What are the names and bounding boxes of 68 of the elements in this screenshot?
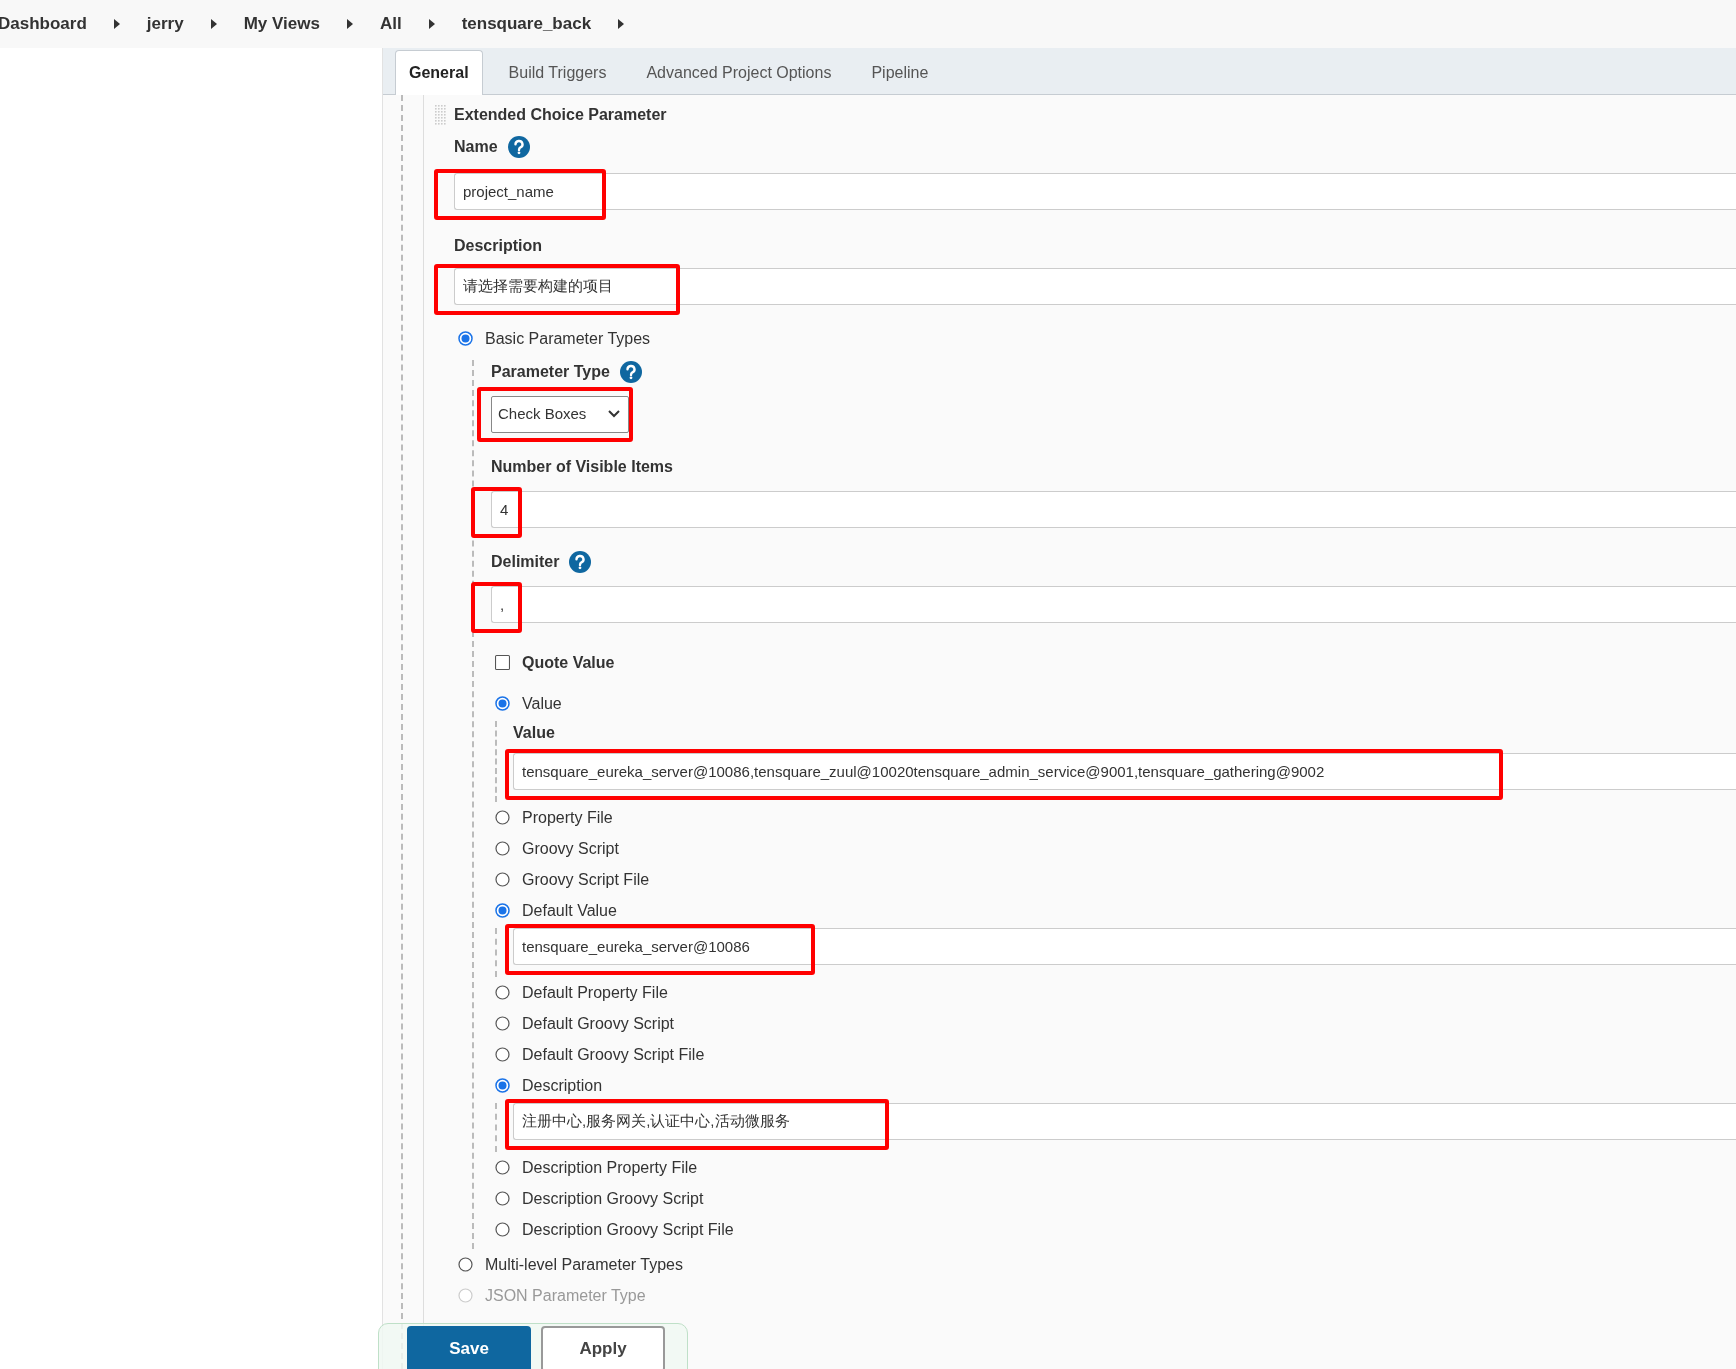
option-label: Default Groovy Script (522, 1013, 675, 1034)
field-label: Name (454, 137, 498, 157)
option-label: Description (522, 1075, 603, 1096)
help-icon[interactable] (569, 551, 592, 573)
tab[interactable]: Pipeline (857, 50, 943, 95)
input-field[interactable]: project_name (454, 173, 1736, 210)
radio-button[interactable] (495, 1222, 510, 1237)
option-label: Groovy Script (522, 838, 619, 859)
caret-icon[interactable] (617, 19, 626, 29)
field-label: Number of Visible Items (491, 457, 673, 477)
save-button[interactable]: Save (407, 1326, 531, 1369)
option-label: Value (522, 693, 562, 714)
field-label: Delimiter (491, 552, 560, 572)
input-field[interactable]: , (491, 586, 1736, 623)
radio-button[interactable] (495, 1016, 510, 1031)
option-label: Description Groovy Script File (522, 1219, 734, 1240)
input-field[interactable]: tensquare_eureka_server@10086 (513, 928, 1736, 965)
tab[interactable]: General (395, 50, 483, 95)
option-label: Property File (522, 807, 613, 828)
option-label: Default Groovy Script File (522, 1044, 705, 1065)
dropdown-value: Check Boxes (498, 404, 587, 425)
caret-icon[interactable] (112, 19, 121, 29)
input-field[interactable]: tensquare_eureka_server@10086,tensquare_zuul@10020tensquare_admin_service@9001,tensquare_gathering@9002 (513, 753, 1736, 790)
caret-icon[interactable] (345, 19, 354, 29)
breadcrumb-link[interactable]: jerry (146, 11, 184, 37)
option-label: Groovy Script File (522, 869, 650, 890)
radio-button[interactable] (495, 841, 510, 856)
input-field[interactable]: 请选择需要构建的项目 (454, 268, 1736, 305)
apply-button[interactable]: Apply (541, 1326, 665, 1369)
section-title: Extended Choice Parameter (454, 105, 667, 125)
option-label: Basic Parameter Types (485, 328, 651, 349)
option-label: Default Property File (522, 982, 668, 1003)
radio-button[interactable] (495, 1078, 510, 1093)
help-icon[interactable] (619, 361, 642, 383)
radio-button[interactable] (458, 331, 473, 346)
radio-button[interactable] (495, 696, 510, 711)
radio-button[interactable] (458, 1257, 473, 1272)
help-icon[interactable] (507, 136, 530, 158)
dropdown[interactable]: Check Boxes (491, 396, 629, 433)
radio-button[interactable] (495, 1160, 510, 1175)
breadcrumb-link[interactable]: My Views (243, 11, 320, 37)
caret-icon[interactable] (209, 19, 218, 29)
field-label: Parameter Type (491, 362, 610, 382)
input-field[interactable]: 注册中心,服务网关,认证中心,活动微服务 (513, 1103, 1736, 1140)
field-label: Value (513, 723, 556, 743)
drag-handle-icon[interactable] (434, 104, 446, 126)
option-label: Multi-level Parameter Types (485, 1254, 683, 1275)
breadcrumb-link[interactable]: tensquare_back (461, 11, 592, 37)
radio-button[interactable] (495, 872, 510, 887)
option-label: JSON Parameter Type (485, 1285, 646, 1306)
breadcrumb-link[interactable]: Dashboard (0, 11, 87, 37)
chevron-down-icon (608, 410, 620, 418)
field-label: Description (454, 236, 542, 256)
input-field[interactable]: 4 (491, 491, 1736, 528)
checkbox[interactable] (495, 655, 510, 670)
option-label: Description Property File (522, 1157, 698, 1178)
option-label: Description Groovy Script (522, 1188, 704, 1209)
option-label: Quote Value (522, 652, 615, 673)
radio-button[interactable] (495, 1191, 510, 1206)
radio-button[interactable] (495, 810, 510, 825)
radio-button[interactable] (495, 903, 510, 918)
breadcrumb-link[interactable]: All (379, 11, 402, 37)
option-label: Default Value (522, 900, 617, 921)
caret-icon[interactable] (427, 19, 436, 29)
radio-button[interactable] (495, 1047, 510, 1062)
tab[interactable]: Advanced Project Options (632, 50, 846, 95)
tab[interactable]: Build Triggers (494, 50, 621, 95)
radio-button[interactable] (495, 985, 510, 1000)
